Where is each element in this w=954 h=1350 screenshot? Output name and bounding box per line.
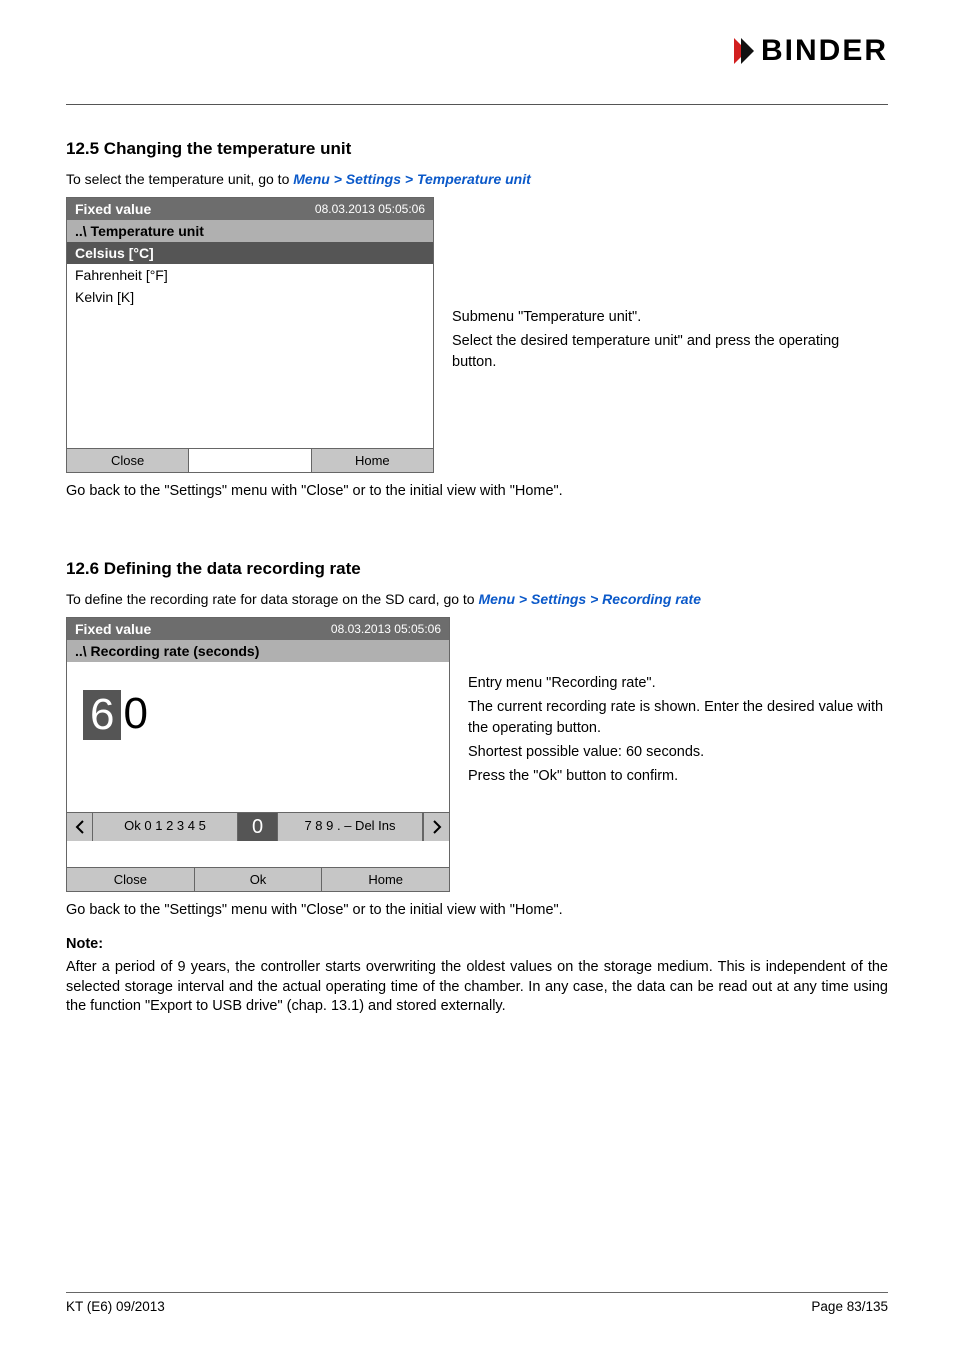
section-12-5-lead: To select the temperature unit, go to Me… bbox=[66, 171, 888, 187]
section-12-6-lead: To define the recording rate for data st… bbox=[66, 591, 888, 607]
footer-right: Page 83/135 bbox=[811, 1299, 888, 1314]
widget2-timestamp: 08.03.2013 05:05:06 bbox=[331, 622, 441, 636]
menu-path-2: Menu > Settings > Recording rate bbox=[478, 591, 701, 607]
recording-rate-description: Entry menu "Recording rate". The current… bbox=[468, 617, 888, 787]
digits-left[interactable]: Ok 0 1 2 3 4 5 bbox=[93, 813, 238, 841]
side2-line-4: Press the "Ok" button to confirm. bbox=[468, 766, 888, 787]
page-footer: KT (E6) 09/2013 Page 83/135 bbox=[66, 1292, 888, 1314]
logo-text: BINDER bbox=[761, 34, 888, 68]
numeric-entry-row: Ok 0 1 2 3 4 5 0 7 8 9 . – Del Ins bbox=[67, 812, 449, 841]
header-divider bbox=[66, 104, 888, 105]
lead-prefix: To select the temperature unit, go to bbox=[66, 171, 293, 187]
ok-button[interactable]: Ok bbox=[195, 868, 323, 891]
home-button-2[interactable]: Home bbox=[322, 868, 449, 891]
unit-option-kelvin[interactable]: Kelvin [K] bbox=[67, 286, 433, 308]
side2-line-3: Shortest possible value: 60 seconds. bbox=[468, 742, 888, 763]
widget-timestamp: 08.03.2013 05:05:06 bbox=[315, 202, 425, 216]
side2-line-1: Entry menu "Recording rate". bbox=[468, 673, 888, 694]
side-line-1: Submenu "Temperature unit". bbox=[452, 307, 852, 327]
value-digit-rest: 0 bbox=[121, 690, 149, 738]
side-line-2: Select the desired temperature unit" and… bbox=[452, 331, 852, 372]
value-display: 60 bbox=[67, 662, 449, 812]
lead-prefix-2: To define the recording rate for data st… bbox=[66, 591, 478, 607]
menu-path: Menu > Settings > Temperature unit bbox=[293, 171, 531, 187]
widget2-gap bbox=[67, 841, 449, 867]
widget-blank-area bbox=[67, 308, 433, 448]
section-12-5-heading: 12.5 Changing the temperature unit bbox=[66, 139, 888, 159]
unit-option-celsius[interactable]: Celsius [°C] bbox=[67, 242, 433, 264]
home-button[interactable]: Home bbox=[312, 449, 433, 472]
side2-line-2: The current recording rate is shown. Ent… bbox=[468, 697, 888, 739]
widget2-breadcrumb: ..\ Recording rate (seconds) bbox=[67, 640, 449, 662]
recording-rate-widget: Fixed value 08.03.2013 05:05:06 ..\ Reco… bbox=[66, 617, 450, 892]
widget-title: Fixed value bbox=[75, 201, 151, 217]
close-button-2[interactable]: Close bbox=[67, 868, 195, 891]
digits-right[interactable]: 7 8 9 . – Del Ins bbox=[278, 813, 423, 841]
logo-arrow-icon bbox=[731, 36, 755, 66]
widget-breadcrumb: ..\ Temperature unit bbox=[67, 220, 433, 242]
note-paragraph: After a period of 9 years, the controlle… bbox=[66, 958, 888, 1017]
next-arrow-button[interactable] bbox=[423, 813, 449, 841]
section-12-6-heading: 12.6 Defining the data recording rate bbox=[66, 559, 888, 579]
unit-option-fahrenheit[interactable]: Fahrenheit [°F] bbox=[67, 264, 433, 286]
footer-left: KT (E6) 09/2013 bbox=[66, 1299, 165, 1314]
digit-current[interactable]: 0 bbox=[238, 813, 278, 841]
section-12-5-after: Go back to the "Settings" menu with "Clo… bbox=[66, 483, 888, 499]
widget2-title: Fixed value bbox=[75, 621, 151, 637]
widget2-header: Fixed value 08.03.2013 05:05:06 bbox=[67, 618, 449, 640]
prev-arrow-button[interactable] bbox=[67, 813, 93, 841]
section-12-6-after: Go back to the "Settings" menu with "Clo… bbox=[66, 902, 888, 918]
temperature-unit-widget: Fixed value 08.03.2013 05:05:06 ..\ Temp… bbox=[66, 197, 434, 473]
widget-header: Fixed value 08.03.2013 05:05:06 bbox=[67, 198, 433, 220]
footer-spacer bbox=[189, 449, 311, 472]
brand-logo: BINDER bbox=[731, 34, 888, 68]
value-digit-highlighted: 6 bbox=[83, 690, 121, 740]
note-heading: Note: bbox=[66, 936, 888, 952]
close-button[interactable]: Close bbox=[67, 449, 189, 472]
footer-divider bbox=[66, 1292, 888, 1293]
temperature-unit-description: Submenu "Temperature unit". Select the d… bbox=[452, 197, 852, 372]
